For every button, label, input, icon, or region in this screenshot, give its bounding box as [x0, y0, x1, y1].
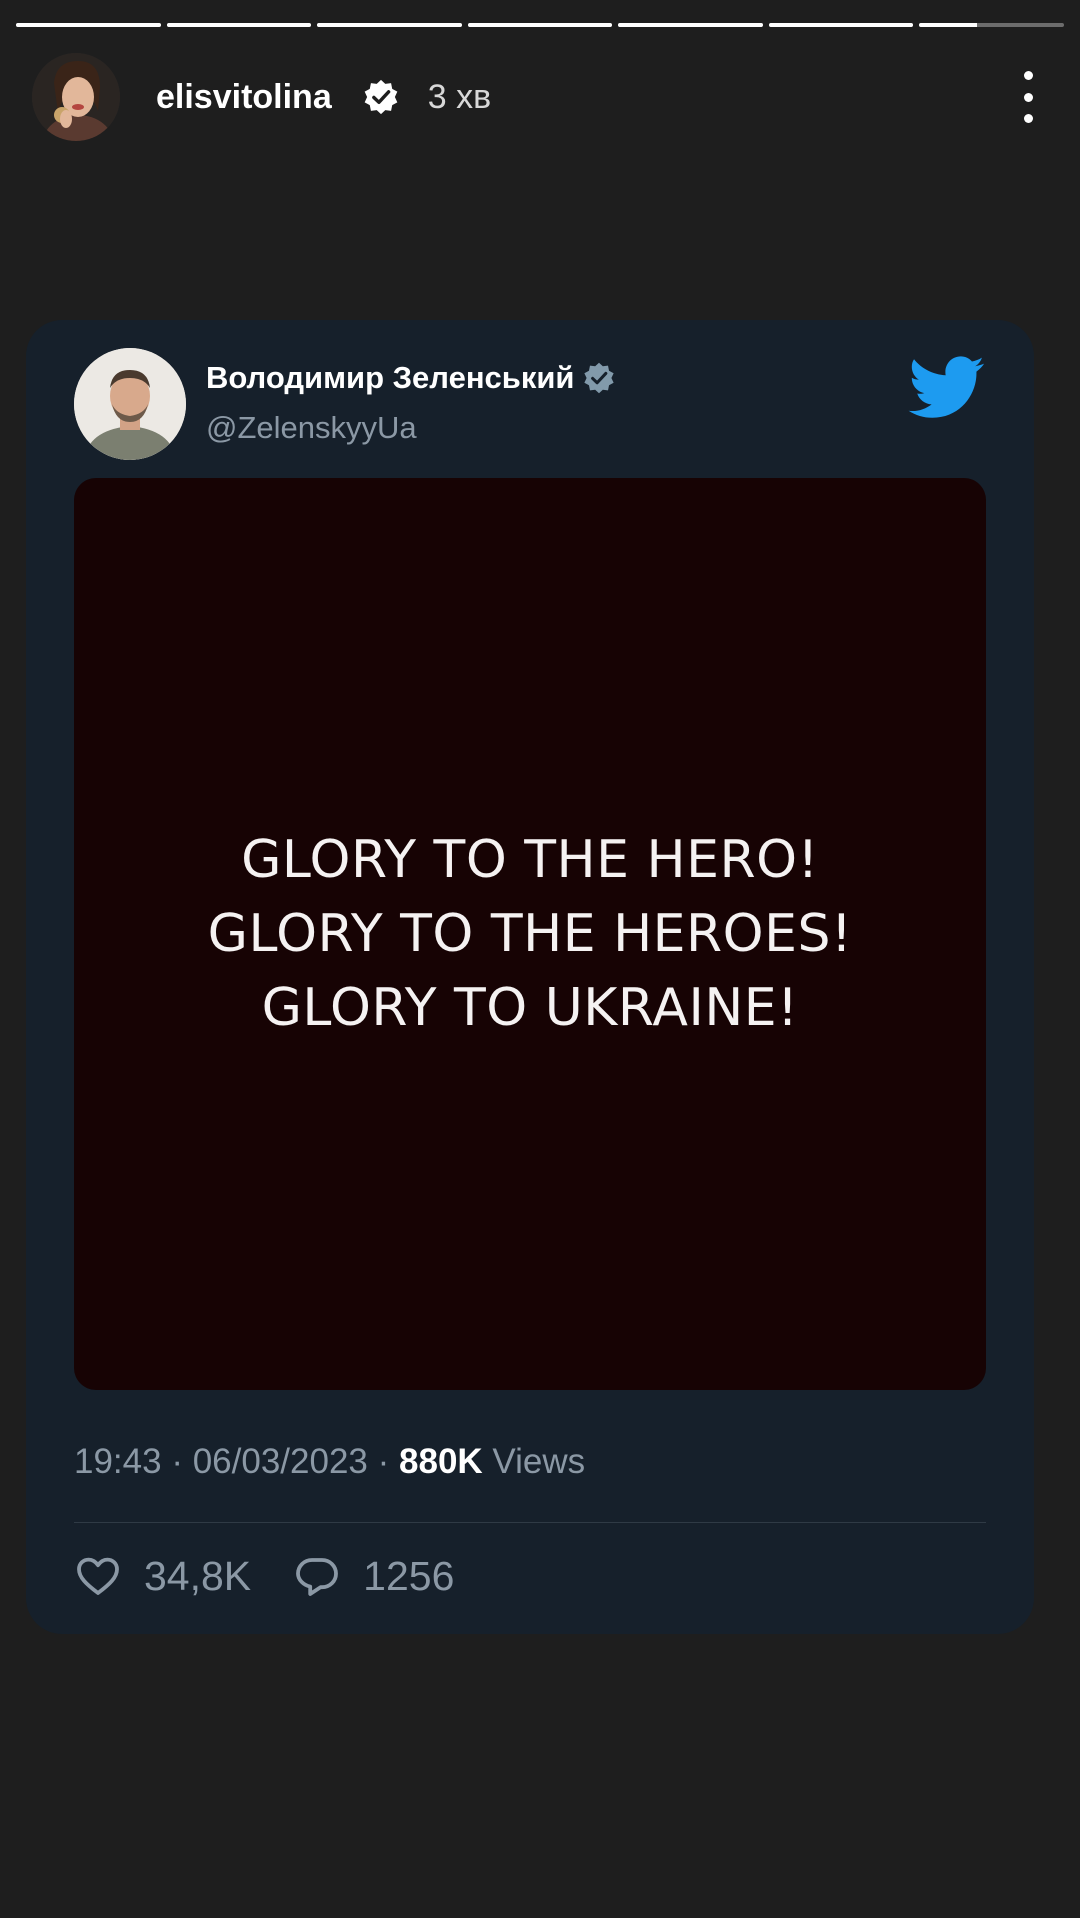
reply-button[interactable]: 1256 — [293, 1552, 454, 1600]
progress-fill — [919, 23, 978, 27]
progress-segment — [768, 23, 914, 27]
media-text-line: GLORY TO UKRAINE! — [261, 978, 799, 1038]
media-text-line: GLORY TO THE HERO! — [241, 830, 819, 890]
tweet-meta: 19:43 · 06/03/2023 · 880K Views — [74, 1442, 585, 1482]
progress-segment — [16, 23, 161, 27]
tweet-header: Володимир Зеленський @ZelenskyyUa — [74, 348, 986, 460]
separator: · — [171, 1442, 183, 1481]
progress-segment — [618, 23, 763, 27]
more-vertical-icon[interactable] — [1018, 71, 1038, 123]
progress-segment — [467, 23, 613, 27]
progress-segment — [166, 23, 312, 27]
avatar-photo — [32, 53, 120, 141]
progress-fill — [166, 23, 312, 27]
story-progress — [16, 23, 1065, 27]
progress-fill — [467, 23, 613, 27]
views-count: 880K — [399, 1442, 483, 1481]
tweet-author-name-row: Володимир Зеленський — [206, 360, 616, 396]
tweet-author-handle[interactable]: @ZelenskyyUa — [206, 410, 417, 446]
dot — [1023, 71, 1033, 80]
heart-icon — [77, 1557, 119, 1595]
tweet-author-avatar[interactable] — [74, 348, 186, 460]
verified-badge-icon — [584, 362, 615, 394]
tweet-actions: 34,8K 1256 — [74, 1552, 454, 1600]
views-label: Views — [492, 1442, 586, 1481]
progress-segment — [317, 23, 462, 27]
progress-fill — [618, 23, 763, 27]
verified-badge-icon — [364, 79, 398, 115]
tweet-card: Володимир Зеленський @ZelenskyyUa GLORY … — [26, 320, 1034, 1634]
story-header: elisvitolina 3 хв — [32, 52, 1048, 142]
like-count: 34,8K — [144, 1552, 252, 1599]
progress-fill — [317, 23, 462, 27]
divider — [74, 1522, 986, 1523]
avatar[interactable] — [32, 53, 120, 141]
story-time: 3 хв — [427, 77, 492, 116]
reply-count: 1256 — [363, 1552, 455, 1599]
tweet-date: 06/03/2023 — [192, 1442, 368, 1481]
tweet-media[interactable]: GLORY TO THE HERO! GLORY TO THE HEROES! … — [74, 478, 986, 1390]
media-text-line: GLORY TO THE HEROES! — [207, 904, 853, 964]
progress-segment — [919, 23, 1065, 27]
separator: · — [377, 1442, 390, 1481]
tweet-time: 19:43 — [74, 1442, 162, 1481]
story-username[interactable]: elisvitolina — [156, 78, 332, 117]
progress-fill — [768, 23, 914, 27]
twitter-bird-icon — [908, 356, 985, 418]
tweet-author-name[interactable]: Володимир Зеленський — [206, 360, 574, 396]
like-button[interactable]: 34,8K — [74, 1552, 251, 1600]
dot — [1023, 92, 1033, 102]
reply-bubble-icon — [296, 1558, 339, 1596]
author-photo — [74, 348, 186, 460]
dot — [1023, 114, 1033, 123]
progress-fill — [16, 23, 161, 27]
